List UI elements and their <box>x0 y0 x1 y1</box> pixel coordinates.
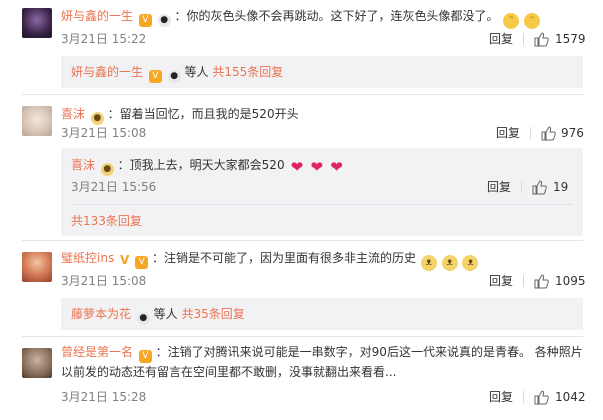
divider <box>523 391 524 403</box>
sub-reply-date: 3月21日 15:56 <box>71 180 157 194</box>
divider <box>523 33 524 45</box>
comment-meta: 3月21日 15:08 回复 976 <box>61 124 584 142</box>
comment-text-line: 曾经是第一名 V ：注销了对腾讯来说可能是一串数字，对90后这一代来说真的是青春… <box>61 343 583 383</box>
reply-summary-suffix: 等人 <box>184 65 209 79</box>
avatar[interactable] <box>22 106 52 136</box>
like-count: 1579 <box>555 32 586 46</box>
divider <box>71 204 573 205</box>
like-count: 1095 <box>555 274 586 288</box>
thumbs-up-icon[interactable] <box>533 389 549 405</box>
reply-button[interactable]: 回复 <box>496 124 520 142</box>
reply-summary-username[interactable]: 藤萝本为花 <box>71 307 131 321</box>
laugh-emoji-icon: ᵔ <box>503 13 520 29</box>
reply-button[interactable]: 回复 <box>489 388 513 406</box>
vip-icon: V <box>135 256 149 269</box>
reply-summary-username[interactable]: 妍与鑫的一生 <box>71 65 143 79</box>
laugh-emoji-icon: ᵔ <box>524 13 541 29</box>
heart-emoji-icon: ❤ <box>330 158 343 176</box>
avatar[interactable] <box>22 348 52 378</box>
sub-reply-username[interactable]: 喜沫 <box>71 158 95 172</box>
like-count: 1042 <box>555 390 586 404</box>
thumbs-up-icon[interactable] <box>533 31 549 47</box>
comment-meta: 3月21日 15:22 回复 1579 <box>61 30 586 48</box>
reply-summary-suffix: 等人 <box>153 307 178 321</box>
v-icon: V <box>120 253 130 267</box>
reply-button[interactable]: 回复 <box>489 30 513 48</box>
cat-emoji-icon: ᴥ <box>441 255 458 271</box>
comment-username[interactable]: 璧纸控ins <box>61 251 114 265</box>
divider <box>22 94 583 95</box>
sub-reply-text: ：顶我上去，明天大家都会520 <box>117 158 285 172</box>
heart-emoji-icon: ❤ <box>310 158 324 176</box>
comment-text-line: 璧纸控ins V V ：注销是不可能了，因为里面有很多非主流的历史 ᴥ ᴥ ᴥ <box>61 249 583 271</box>
more-replies-link[interactable]: 共155条回复 <box>212 65 283 79</box>
vip-icon: V <box>148 70 162 83</box>
reply-button[interactable]: 回复 <box>487 178 511 196</box>
comment-text-line: 妍与鑫的一生 V ● ：你的灰色头像不会再跳动。这下好了，连灰色头像都没了。 ᵔ… <box>61 7 583 29</box>
comment-date: 3月21日 15:28 <box>61 390 147 404</box>
thumbs-up-icon[interactable] <box>531 179 547 195</box>
like-count: 976 <box>561 126 584 140</box>
like-count: 19 <box>553 180 569 194</box>
comment-username[interactable]: 曾经是第一名 <box>61 345 133 359</box>
comment-date: 3月21日 15:08 <box>61 274 147 288</box>
comment-text-line: 喜沫 ● ：留着当回忆，而且我的是520开头 <box>61 105 583 125</box>
avatar[interactable] <box>22 252 52 282</box>
comment-meta: 3月21日 15:08 回复 1095 <box>61 272 586 290</box>
vip-icon: V <box>138 350 152 363</box>
comment-username[interactable]: 妍与鑫的一生 <box>61 9 133 23</box>
sub-reply-box: 喜沫 ● ：顶我上去，明天大家都会520 ❤ ❤ ❤ 3月21日 15:56 回… <box>61 148 583 236</box>
divider <box>22 240 583 241</box>
cat-emoji-icon: ᴥ <box>420 255 437 271</box>
comment-username[interactable]: 喜沫 <box>61 107 85 121</box>
comment-date: 3月21日 15:08 <box>61 126 147 140</box>
avatar[interactable] <box>22 8 52 38</box>
reply-summary: 藤萝本为花 ● 等人 共35条回复 <box>71 305 573 325</box>
thumbs-up-icon[interactable] <box>533 273 549 289</box>
reply-summary: 妍与鑫的一生 V ● 等人 共155条回复 <box>71 63 573 83</box>
sub-reply-meta: 3月21日 15:56 回复 19 <box>71 178 573 196</box>
panda-icon: ● <box>136 312 150 325</box>
more-replies-row: 共133条回复 <box>71 212 573 230</box>
divider <box>523 275 524 287</box>
reply-summary-box[interactable]: 妍与鑫的一生 V ● 等人 共155条回复 <box>61 56 583 88</box>
comment-text: ：留着当回忆，而且我的是520开头 <box>107 107 299 121</box>
heart-emoji-icon: ❤ <box>290 158 304 176</box>
more-replies-link[interactable]: 共35条回复 <box>182 307 245 321</box>
reply-summary-box[interactable]: 藤萝本为花 ● 等人 共35条回复 <box>61 298 583 330</box>
panda-icon: ● <box>167 70 181 83</box>
comment-text: ：注销是不可能了，因为里面有很多非主流的历史 <box>151 251 416 265</box>
bear-icon: ● <box>100 163 114 176</box>
comment-date: 3月21日 15:22 <box>61 32 147 46</box>
divider <box>521 181 522 193</box>
cat-emoji-icon: ᴥ <box>462 255 479 271</box>
thumbs-up-icon[interactable] <box>540 125 556 141</box>
comment-text: ：你的灰色头像不会再跳动。这下好了，连灰色头像都没了。 <box>174 9 499 23</box>
divider <box>530 127 531 139</box>
panda-icon: ● <box>157 14 171 27</box>
vip-icon: V <box>138 14 152 27</box>
sub-reply-text-line: 喜沫 ● ：顶我上去，明天大家都会520 ❤ ❤ ❤ <box>71 156 573 176</box>
divider <box>22 336 583 337</box>
reply-button[interactable]: 回复 <box>489 272 513 290</box>
comment-meta: 3月21日 15:28 回复 1042 <box>61 388 586 406</box>
more-replies-link[interactable]: 共133条回复 <box>71 214 142 228</box>
